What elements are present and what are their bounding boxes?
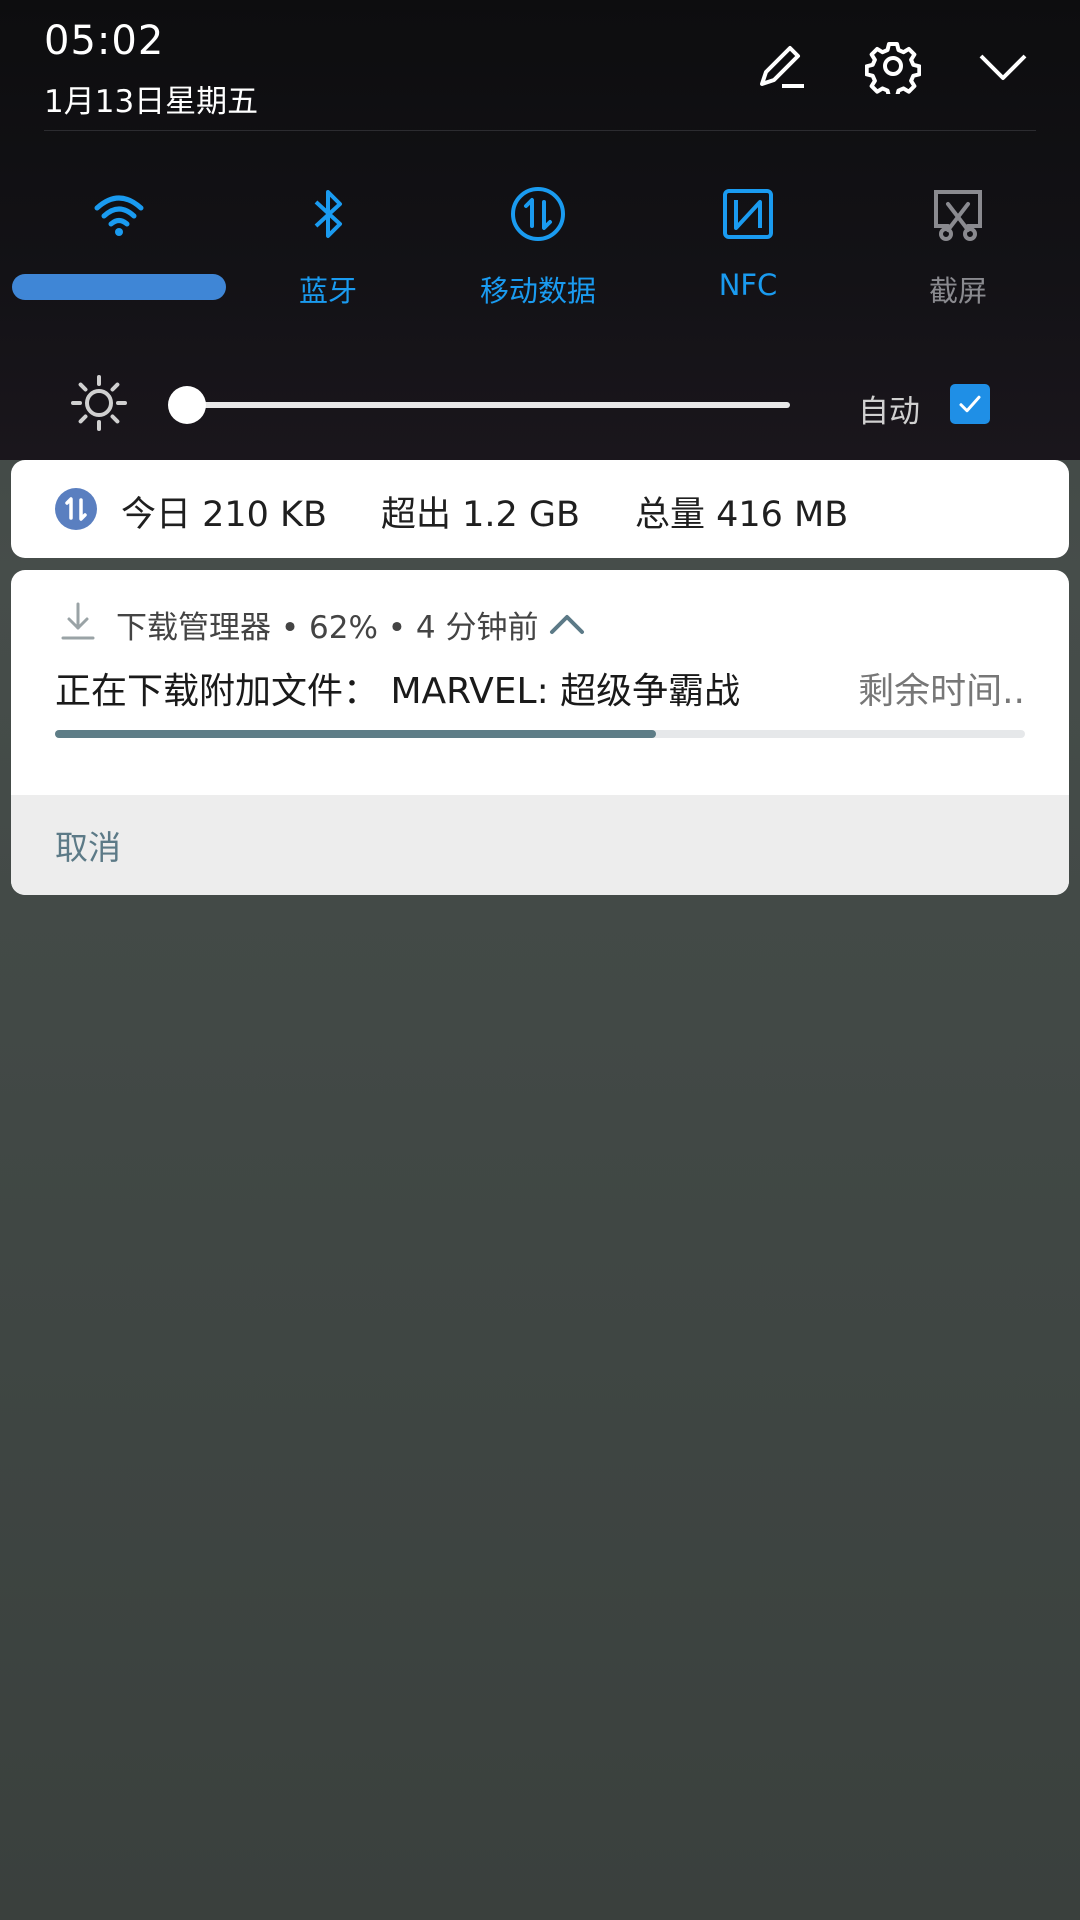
nfc-icon xyxy=(720,186,776,242)
download-actions: 取消 xyxy=(11,795,1069,895)
chevron-up-icon[interactable] xyxy=(547,610,587,636)
qs-bluetooth[interactable]: 蓝牙 xyxy=(223,180,433,310)
auto-brightness-checkbox[interactable] xyxy=(950,384,990,424)
download-remaining-time: 剩余时间.. xyxy=(858,671,1025,712)
mobile-data-badge-icon xyxy=(55,488,97,530)
brightness-slider[interactable] xyxy=(186,402,790,408)
download-notification[interactable]: 下载管理器 • 62% • 4 分钟前 正在下载附加文件： MARVEL: 超级… xyxy=(11,570,1069,895)
chevron-down-icon[interactable] xyxy=(975,38,1031,94)
gear-icon[interactable] xyxy=(864,38,922,99)
qs-mobile-data[interactable]: 移动数据 xyxy=(433,180,643,310)
status-time: 05:02 xyxy=(44,18,165,64)
qs-screenshot[interactable]: 截屏 xyxy=(853,180,1063,310)
brightness-slider-thumb[interactable] xyxy=(168,386,206,424)
data-usage-over: 超出 1.2 GB xyxy=(381,495,581,535)
download-icon xyxy=(57,600,99,642)
qs-nfc-label: NFC xyxy=(718,268,778,302)
download-progress-bar xyxy=(55,730,1025,738)
data-usage-total: 总量 416 MB xyxy=(635,495,849,535)
brightness-icon xyxy=(70,374,128,432)
download-header: 下载管理器 • 62% • 4 分钟前 xyxy=(116,610,539,646)
bluetooth-icon xyxy=(300,186,356,242)
auto-brightness-label: 自动 xyxy=(858,394,920,430)
data-usage-card[interactable]: 今日 210 KB 超出 1.2 GB 总量 416 MB xyxy=(11,460,1069,558)
qs-bluetooth-label: 蓝牙 xyxy=(298,274,357,308)
cancel-button[interactable]: 取消 xyxy=(55,821,121,869)
data-usage-today: 今日 210 KB xyxy=(121,495,328,535)
download-title: 正在下载附加文件： MARVEL: 超级争霸战 xyxy=(55,671,741,712)
screenshot-icon xyxy=(930,186,986,242)
qs-screenshot-label: 截屏 xyxy=(928,274,987,308)
wifi-icon xyxy=(91,186,147,242)
download-progress-fill xyxy=(55,730,657,738)
check-icon xyxy=(959,395,981,413)
wifi-network-label[interactable] xyxy=(12,274,226,300)
mobile-data-icon xyxy=(510,186,566,242)
qs-nfc[interactable]: NFC xyxy=(643,180,853,310)
header-divider xyxy=(44,130,1036,131)
pencil-icon[interactable] xyxy=(752,38,808,94)
qs-mobile-data-label: 移动数据 xyxy=(479,274,596,308)
status-date: 1月13日星期五 xyxy=(44,84,259,120)
